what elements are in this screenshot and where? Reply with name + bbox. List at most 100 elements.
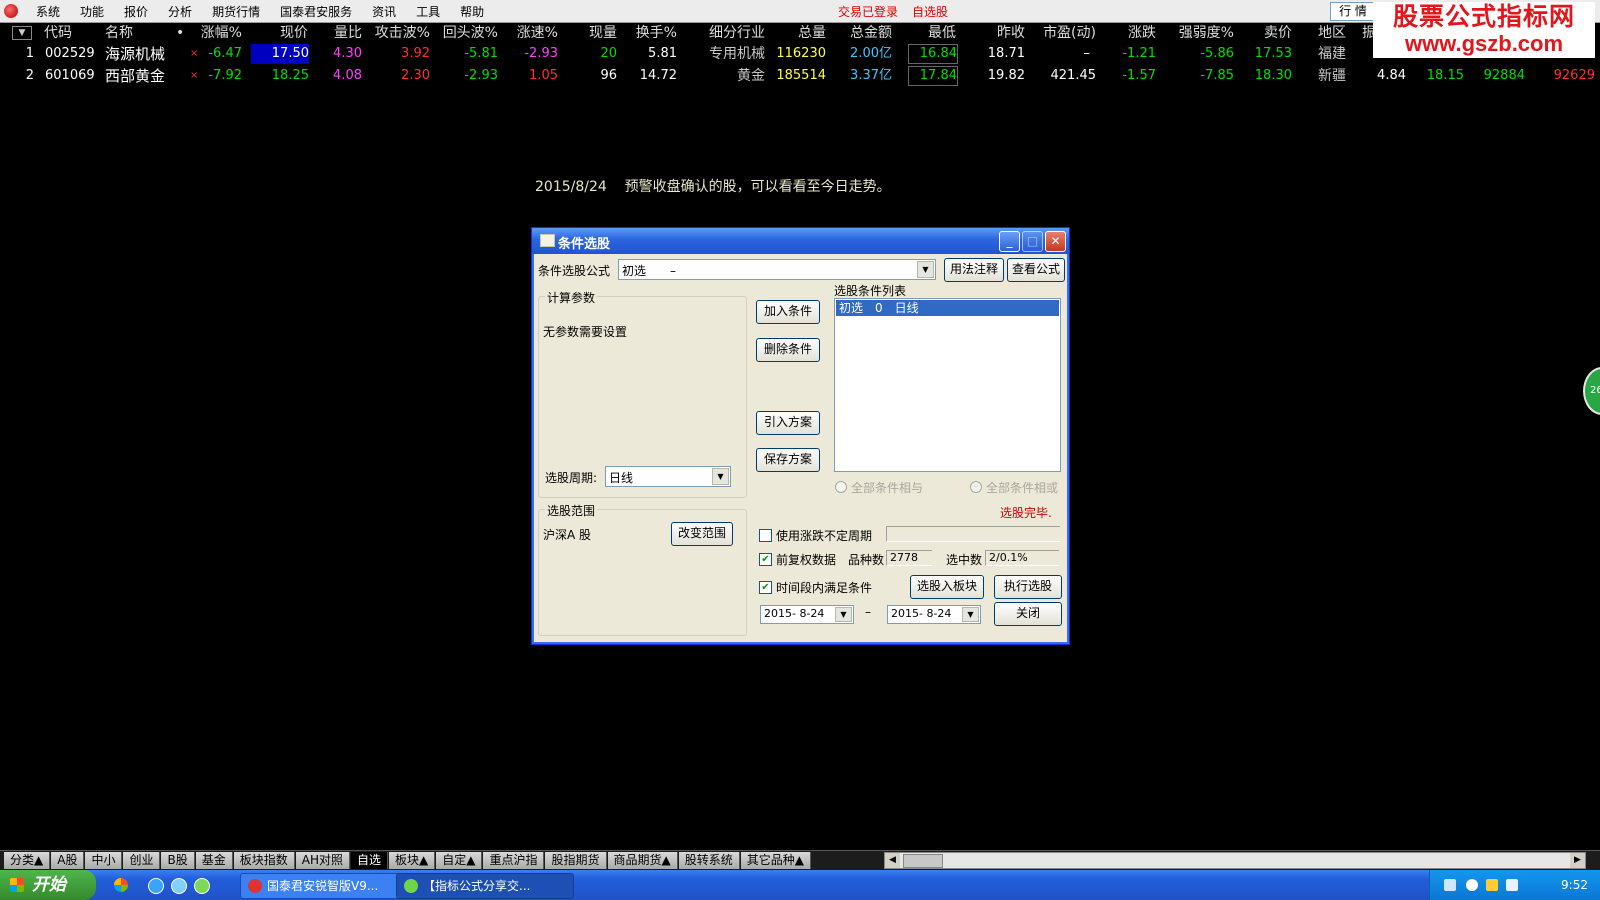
shield-icon[interactable]: [1506, 879, 1518, 891]
add-to-block-button[interactable]: 选股入板块: [910, 575, 984, 599]
start-label: 开始: [32, 875, 66, 895]
formula-select[interactable]: 初选 – ▼: [618, 259, 936, 280]
period-select[interactable]: 日线 ▼: [605, 466, 731, 487]
menu-item-quote[interactable]: 报价: [114, 3, 158, 20]
table-row[interactable]: 1 002529 海源机械 × -6.47 17.50 4.30 3.92 -5…: [0, 44, 1600, 65]
save-scheme-button[interactable]: 保存方案: [756, 448, 820, 472]
network-icon[interactable]: [1466, 879, 1478, 891]
column-menu-dropdown-icon[interactable]: ▼: [12, 26, 32, 40]
menu-item-system[interactable]: 系统: [26, 3, 70, 20]
watchlist-status[interactable]: 自选股: [912, 3, 948, 20]
view-formula-button[interactable]: 查看公式: [1007, 258, 1065, 282]
col-change-pct[interactable]: 涨幅%: [190, 23, 242, 43]
list-item[interactable]: 初选 0 日线: [836, 300, 1059, 316]
clock[interactable]: 9:52: [1561, 878, 1588, 892]
start-button[interactable]: 开始: [0, 870, 96, 900]
col-ask[interactable]: 卖价: [1248, 23, 1292, 43]
uncertain-period-checkbox[interactable]: [759, 529, 772, 542]
tab-sector-index[interactable]: 板块指数: [233, 852, 295, 869]
quicklaunch-app-icon[interactable]: [114, 878, 128, 892]
chevron-down-icon[interactable]: ▼: [835, 607, 852, 622]
import-scheme-button[interactable]: 引入方案: [756, 411, 820, 435]
menu-item-service[interactable]: 国泰君安服务: [270, 3, 362, 20]
col-turnover[interactable]: 换手%: [625, 23, 677, 43]
date-from-picker[interactable]: 2015- 8-24 ▼: [760, 605, 854, 624]
tab-sector[interactable]: 板块▲: [389, 852, 436, 869]
col-mark[interactable]: •: [176, 23, 184, 43]
col-code[interactable]: 代码: [44, 23, 72, 43]
col-volume-ratio[interactable]: 量比: [320, 23, 362, 43]
col-speed[interactable]: 涨速%: [506, 23, 558, 43]
chevron-down-icon[interactable]: ▼: [917, 261, 934, 278]
tab-chinext[interactable]: 创业: [123, 852, 161, 869]
change-scope-button[interactable]: 改变范围: [671, 522, 733, 546]
side-float-badge[interactable]: 26: [1583, 367, 1600, 415]
tab-neeq[interactable]: 股转系统: [678, 852, 740, 869]
row-inner-volume: 92629: [1553, 68, 1595, 83]
tab-sme[interactable]: 中小: [85, 852, 123, 869]
taskbar-item-trading-app[interactable]: 国泰君安锐智版V9...: [240, 873, 418, 899]
browser-icon[interactable]: [171, 878, 187, 894]
col-current-volume[interactable]: 现量: [575, 23, 617, 43]
minimize-icon[interactable]: _: [999, 231, 1020, 252]
user-icon[interactable]: [1486, 879, 1498, 891]
col-attack-wave[interactable]: 攻击波%: [364, 23, 430, 43]
row-attack-wave: 2.30: [401, 68, 430, 83]
col-industry[interactable]: 细分行业: [695, 23, 765, 43]
tab-watchlist[interactable]: 自选: [350, 852, 388, 869]
col-region[interactable]: 地区: [1300, 23, 1346, 43]
delete-condition-button[interactable]: 删除条件: [756, 338, 820, 362]
chevron-down-icon[interactable]: ▼: [712, 468, 729, 485]
add-condition-button[interactable]: 加入条件: [756, 300, 820, 324]
trade-login-status[interactable]: 交易已登录: [838, 3, 898, 20]
tab-others[interactable]: 其它品种▲: [740, 852, 811, 869]
forward-adjust-checkbox[interactable]: ✔: [759, 553, 772, 566]
taskbar-item-browser[interactable]: 【指标公式分享交...: [396, 873, 574, 899]
ie-icon[interactable]: [148, 878, 164, 894]
execute-select-button[interactable]: 执行选股: [994, 575, 1062, 599]
col-low[interactable]: 最低: [908, 23, 956, 43]
scroll-thumb[interactable]: [903, 854, 943, 868]
menu-item-tools[interactable]: 工具: [406, 3, 450, 20]
chevron-down-icon[interactable]: ▼: [962, 607, 979, 622]
col-price[interactable]: 现价: [258, 23, 308, 43]
col-pe[interactable]: 市盈(动): [1030, 23, 1096, 43]
menu-item-help[interactable]: 帮助: [450, 3, 494, 20]
col-pullback-wave[interactable]: 回头波%: [432, 23, 498, 43]
date-to-picker[interactable]: 2015- 8-24 ▼: [887, 605, 981, 624]
col-name[interactable]: 名称: [105, 23, 133, 43]
col-strength[interactable]: 强弱度%: [1166, 23, 1234, 43]
scroll-left-icon[interactable]: ◀: [885, 853, 900, 868]
tab-index-futures[interactable]: 股指期货: [545, 852, 607, 869]
menu-item-analysis[interactable]: 分析: [158, 3, 202, 20]
quote-button[interactable]: 行 情: [1330, 2, 1376, 21]
tab-fund[interactable]: 基金: [195, 852, 233, 869]
menu-item-function[interactable]: 功能: [70, 3, 114, 20]
horizontal-scrollbar[interactable]: ◀ ▶: [884, 852, 1586, 869]
tab-b-share[interactable]: B股: [161, 852, 195, 869]
usage-notes-button[interactable]: 用法注释: [944, 258, 1004, 282]
tab-key-sh[interactable]: 重点沪指: [483, 852, 545, 869]
col-prev-close[interactable]: 昨收: [975, 23, 1025, 43]
keyboard-icon[interactable]: [1444, 879, 1456, 891]
close-icon[interactable]: ✕: [1045, 231, 1066, 252]
tab-category[interactable]: 分类▲: [4, 852, 51, 869]
radio-all-and[interactable]: [835, 481, 847, 493]
360-icon[interactable]: [194, 878, 210, 894]
menu-item-news[interactable]: 资讯: [362, 3, 406, 20]
col-total-volume[interactable]: 总量: [780, 23, 826, 43]
col-amount[interactable]: 总金额: [832, 23, 892, 43]
scroll-right-icon[interactable]: ▶: [1570, 853, 1585, 868]
condition-listbox[interactable]: 初选 0 日线: [834, 298, 1061, 472]
table-row[interactable]: 2 601069 西部黄金 × -7.92 18.25 4.08 2.30 -2…: [0, 66, 1600, 87]
time-range-checkbox[interactable]: ✔: [759, 581, 772, 594]
tab-a-share[interactable]: A股: [51, 852, 85, 869]
col-delta[interactable]: 涨跌: [1110, 23, 1156, 43]
close-button[interactable]: 关闭: [994, 602, 1062, 626]
dialog-title-bar[interactable]: 条件选股 _ □ ✕: [532, 228, 1069, 254]
tab-ah-compare[interactable]: AH对照: [295, 852, 350, 869]
menu-item-futures[interactable]: 期货行情: [202, 3, 270, 20]
tab-commodity-futures[interactable]: 商品期货▲: [607, 852, 678, 869]
radio-all-or[interactable]: [970, 481, 982, 493]
tab-custom[interactable]: 自定▲: [436, 852, 483, 869]
